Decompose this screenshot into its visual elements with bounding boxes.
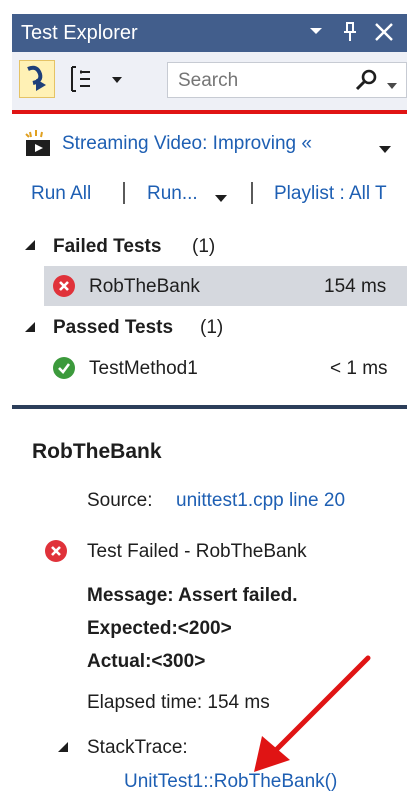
- detail-title: RobTheBank: [32, 440, 162, 463]
- search-box[interactable]: [167, 62, 407, 98]
- pin-icon[interactable]: [342, 20, 358, 50]
- passed-check-icon: [53, 357, 75, 379]
- group-by-button[interactable]: [68, 62, 140, 96]
- run-menu-link[interactable]: Run...: [147, 183, 198, 205]
- failed-group-count: (1): [192, 236, 216, 257]
- failed-x-icon: [45, 540, 67, 562]
- video-dropdown-icon[interactable]: [378, 141, 392, 159]
- group-by-icon: [71, 66, 122, 92]
- separator: [123, 182, 125, 204]
- run-tests-after-build-button[interactable]: [19, 60, 55, 98]
- separator: [251, 182, 253, 204]
- title-bar: Test Explorer: [12, 14, 407, 52]
- source-link[interactable]: unittest1.cpp line 20: [176, 490, 345, 512]
- video-icon: [24, 128, 54, 163]
- failed-x-icon: [53, 275, 75, 297]
- search-input[interactable]: [176, 66, 350, 96]
- failed-group-label[interactable]: Failed Tests: [53, 236, 161, 258]
- source-label: Source:: [87, 490, 153, 511]
- dropdown-icon[interactable]: [308, 20, 324, 46]
- test-name: RobTheBank: [89, 276, 200, 297]
- run-menu-chevron-icon[interactable]: [214, 190, 228, 208]
- search-options-chevron-icon[interactable]: [386, 77, 398, 95]
- message-line: Message: Assert failed.: [87, 585, 298, 606]
- collapse-passed-icon[interactable]: [23, 320, 37, 337]
- playlist-link[interactable]: Playlist : All T: [274, 183, 407, 205]
- expected-line: Expected:<200>: [87, 618, 232, 639]
- annotation-arrow-icon: [254, 655, 371, 772]
- toolbar-underline: [12, 110, 407, 114]
- passed-group-count: (1): [200, 317, 224, 338]
- test-duration: 154 ms: [324, 276, 387, 297]
- close-icon[interactable]: [373, 20, 395, 50]
- test-status-text: Test Failed - RobTheBank: [87, 541, 307, 562]
- test-duration: < 1 ms: [330, 358, 388, 379]
- pane-splitter[interactable]: [12, 405, 407, 409]
- actual-line: Actual:<300>: [87, 651, 206, 672]
- streaming-video-link[interactable]: Streaming Video: Improving «: [62, 133, 372, 155]
- window-title: Test Explorer: [21, 22, 138, 44]
- run-all-link[interactable]: Run All: [31, 183, 91, 205]
- passed-group-label[interactable]: Passed Tests: [53, 317, 173, 339]
- search-icon[interactable]: [354, 67, 380, 98]
- stacktrace-label: StackTrace:: [87, 737, 188, 758]
- collapse-stacktrace-icon[interactable]: [56, 740, 70, 757]
- collapse-failed-icon[interactable]: [23, 238, 37, 255]
- test-name[interactable]: TestMethod1: [89, 358, 198, 380]
- run-after-build-icon: [27, 65, 46, 91]
- toolbar: [12, 52, 407, 110]
